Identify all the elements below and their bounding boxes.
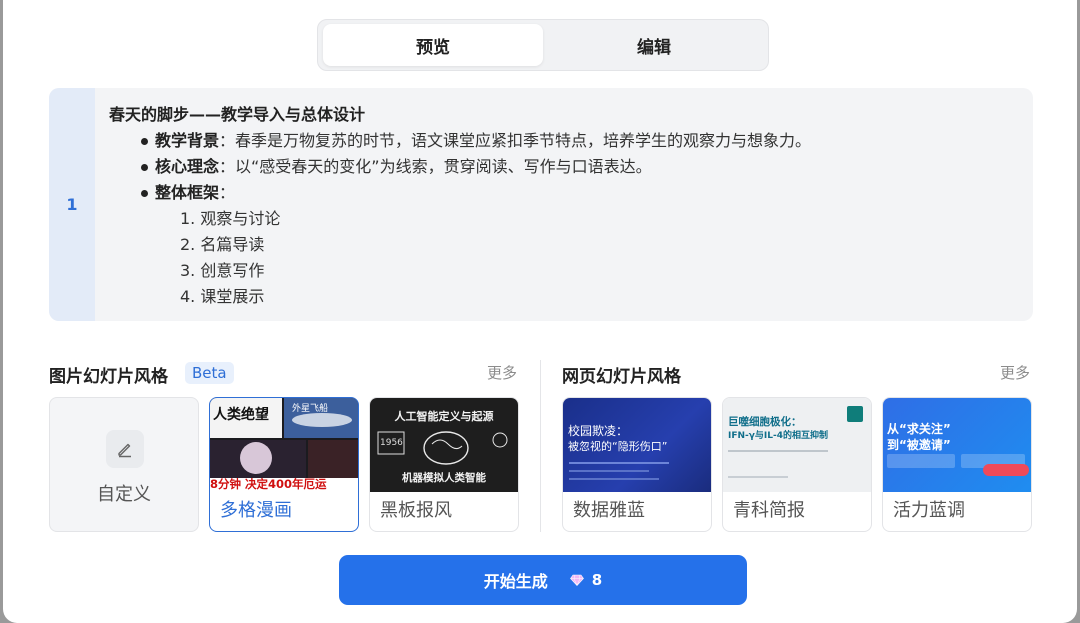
bullet-text: ： — [219, 183, 236, 202]
vibrant-blue-thumbnail: 从“求关注” 到“被邀请” — [883, 398, 1031, 492]
style-label: 数据雅蓝 — [573, 500, 645, 521]
slide-content: 春天的脚步——教学导入与总体设计 教学背景：春季是万物复苏的时节，语文课堂应紧扣… — [109, 102, 1013, 310]
bullet-label: 整体框架 — [155, 183, 220, 202]
custom-label: 自定义 — [97, 484, 151, 505]
blackboard-caption: 机器模拟人类智能 — [402, 472, 486, 484]
style-card-manga[interactable]: 人类绝望 外星飞船 8分钟 决定400年厄运 多格漫画 — [209, 397, 359, 532]
ppt-generation-dialog: 预览 编辑 1 春天的脚步——教学导入与总体设计 教学背景：春季是万物复苏的时节… — [3, 0, 1077, 623]
diamond-icon — [569, 574, 584, 586]
blue-caption: 从“求关注” — [887, 422, 951, 436]
edit-pen-icon — [106, 430, 144, 468]
bullet-label: 教学背景 — [155, 131, 220, 150]
style-label: 多格漫画 — [220, 500, 292, 521]
style-label: 青科简报 — [733, 500, 805, 521]
generate-label: 开始生成 — [483, 572, 548, 591]
list-item: 3. 创意写作 — [180, 261, 265, 280]
manga-caption: 8分钟 决定400年厄运 — [210, 477, 327, 491]
tab-edit[interactable]: 编辑 — [544, 24, 764, 66]
sci-caption: IFN-γ与IL-4的相互抑制 — [728, 431, 828, 441]
style-card-custom[interactable]: 自定义 — [49, 397, 199, 532]
image-styles-title: 图片幻灯片风格 — [49, 367, 168, 387]
slide-number: 1 — [49, 88, 95, 321]
manga-thumbnail: 人类绝望 外星飞船 8分钟 决定400年厄运 — [210, 398, 358, 492]
bullet-concept: 核心理念：以“感受春天的变化”为线索，贯穿阅读、写作与口语表达。 — [109, 154, 1013, 180]
slide-title: 春天的脚步——教学导入与总体设计 — [109, 105, 366, 124]
data-navy-thumbnail: 校园欺凌： 被忽视的“隐形伤口” — [563, 398, 711, 492]
beta-badge: Beta — [185, 362, 234, 384]
bullet-label: 核心理念 — [155, 157, 220, 176]
image-styles-more-link[interactable]: 更多 — [487, 362, 517, 383]
start-generate-button[interactable]: 开始生成 8 — [339, 555, 747, 605]
list-item: 1. 观察与讨论 — [180, 209, 281, 228]
style-card-vibrant-blue[interactable]: 从“求关注” 到“被邀请” 活力蓝调 — [882, 397, 1032, 532]
manga-caption: 外星飞船 — [292, 404, 329, 414]
bullet-background: 教学背景：春季是万物复苏的时节，语文课堂应紧扣季节特点，培养学生的观察力与想象力… — [109, 128, 1013, 154]
view-mode-tabs: 预览 编辑 — [317, 19, 769, 71]
list-item: 4. 课堂展示 — [180, 287, 265, 306]
style-label: 黑板报风 — [380, 500, 452, 521]
style-label: 活力蓝调 — [893, 500, 965, 521]
generate-cost: 8 — [591, 571, 603, 589]
navy-caption: 被忽视的“隐形伤口” — [568, 440, 668, 453]
bullet-text: ：以“感受春天的变化”为线索，贯穿阅读、写作与口语表达。 — [219, 157, 652, 176]
style-card-data-navy[interactable]: 校园欺凌： 被忽视的“隐形伤口” 数据雅蓝 — [562, 397, 712, 532]
web-styles-title: 网页幻灯片风格 — [562, 367, 681, 387]
bullet-framework: 整体框架： — [109, 180, 1013, 206]
tab-preview[interactable]: 预览 — [323, 24, 543, 66]
list-item: 2. 名篇导读 — [180, 235, 265, 254]
blue-caption: 到“被邀请” — [887, 438, 951, 452]
outline-slide-1[interactable]: 1 春天的脚步——教学导入与总体设计 教学背景：春季是万物复苏的时节，语文课堂应… — [49, 88, 1033, 321]
framework-list: 1. 观察与讨论 2. 名篇导读 3. 创意写作 4. 课堂展示 — [109, 206, 1013, 310]
manga-caption: 人类绝望 — [213, 407, 269, 423]
style-card-sci-brief[interactable]: 巨噬细胞极化： IFN-γ与IL-4的相互抑制 青科简报 — [722, 397, 872, 532]
blackboard-thumbnail: 人工智能定义与起源 1956 机器模拟人类智能 — [370, 398, 518, 492]
navy-caption: 校园欺凌： — [568, 424, 629, 438]
section-divider — [540, 360, 541, 532]
sci-brief-thumbnail: 巨噬细胞极化： IFN-γ与IL-4的相互抑制 — [723, 398, 871, 492]
style-card-blackboard[interactable]: 人工智能定义与起源 1956 机器模拟人类智能 黑板报风 — [369, 397, 519, 532]
bullet-text: ：春季是万物复苏的时节，语文课堂应紧扣季节特点，培养学生的观察力与想象力。 — [219, 131, 812, 150]
sci-caption: 巨噬细胞极化： — [728, 416, 802, 428]
blackboard-year: 1956 — [380, 438, 403, 448]
web-styles-more-link[interactable]: 更多 — [1000, 362, 1030, 383]
